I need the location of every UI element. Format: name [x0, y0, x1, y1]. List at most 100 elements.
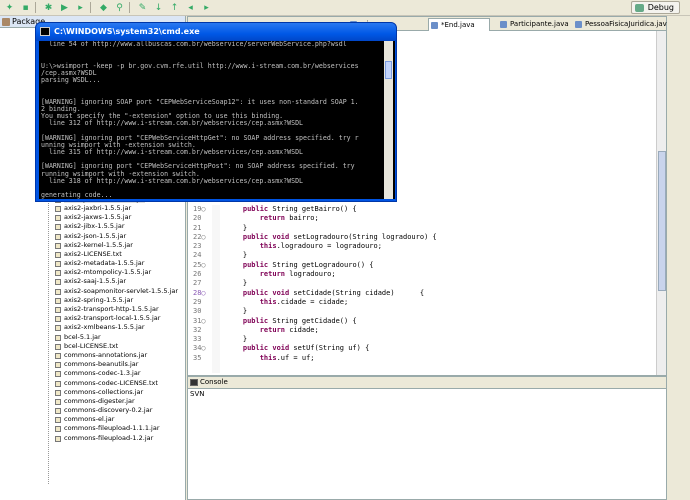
line-number: 24	[193, 251, 202, 260]
open-type-icon[interactable]: ◆	[97, 2, 110, 14]
code-line[interactable]: 29 this.cidade = cidade;	[188, 298, 658, 307]
list-item[interactable]: axis2-jaxws-1.5.5.jar	[0, 213, 186, 222]
list-item-label: commons-fileupload-1.1.1.jar	[64, 424, 160, 433]
line-number: 30	[193, 307, 202, 316]
prev-annotation-icon[interactable]: ↑	[168, 2, 181, 14]
list-item[interactable]: axis2-json-1.5.5.jar	[0, 232, 186, 241]
save-icon[interactable]: ▪	[19, 2, 32, 14]
new-icon[interactable]: ✦	[3, 2, 16, 14]
list-item[interactable]: axis2-LICENSE.txt	[0, 250, 186, 259]
list-item-label: commons-discovery-0.2.jar	[64, 406, 153, 415]
code-line[interactable]: 34○ public void setUf(String uf) {	[188, 344, 658, 353]
list-item-label: commons-fileupload-1.2.jar	[64, 433, 154, 442]
line-number: 28○	[193, 288, 206, 297]
list-item[interactable]: commons-fileupload-1.1.1.jar	[0, 424, 186, 433]
jar-file-icon	[55, 362, 61, 369]
list-item-label: axis2-metadata-1.5.5.jar	[64, 259, 145, 268]
list-item-label: commons-beanutils.jar	[64, 360, 139, 369]
code-line[interactable]: 33 }	[188, 335, 658, 344]
list-item[interactable]: commons-beanutils.jar	[0, 360, 186, 369]
code-line[interactable]: 32 return cidade;	[188, 326, 658, 335]
code-line[interactable]: 22○ public void setLogradouro(String log…	[188, 233, 658, 242]
list-item[interactable]: commons-annotations.jar	[0, 351, 186, 360]
next-annotation-icon[interactable]: ↓	[152, 2, 165, 14]
code-line[interactable]: 31○ public String getCidade() {	[188, 317, 658, 326]
list-item[interactable]: axis2-metadata-1.5.5.jar	[0, 259, 186, 268]
list-item[interactable]: bcel-5.1.jar	[0, 333, 186, 342]
list-item[interactable]: axis2-xmlbeans-1.5.5.jar	[0, 323, 186, 332]
list-item[interactable]: commons-fileupload-1.2.jar	[0, 434, 186, 443]
jar-file-icon	[55, 408, 61, 415]
list-item[interactable]: commons-codec-LICENSE.txt	[0, 379, 186, 388]
list-item[interactable]: commons-discovery-0.2.jar	[0, 406, 186, 415]
tab-console[interactable]: Console	[188, 377, 666, 389]
line-number: 35	[193, 353, 202, 362]
editor-tab[interactable]: PessoaFisicaJuridica.jav	[573, 18, 667, 31]
code-line[interactable]: 26 return logradouro;	[188, 270, 658, 279]
jar-file-icon	[55, 380, 61, 387]
list-item-label: axis2-xmlbeans-1.5.5.jar	[64, 323, 145, 332]
list-item-label: axis2-kernel-1.5.5.jar	[64, 240, 133, 249]
list-item[interactable]: commons-el.jar	[0, 415, 186, 424]
list-item[interactable]: axis2-jibx-1.5.5.jar	[0, 222, 186, 231]
back-icon[interactable]: ◂	[184, 2, 197, 14]
code-line[interactable]: 23 this.logradouro = logradouro;	[188, 242, 658, 251]
cmd-window[interactable]: C:\WINDOWS\system32\cmd.exe line 54 of h…	[35, 22, 397, 202]
code-text: this.logradouro = logradouro;	[259, 242, 382, 251]
code-line[interactable]: 21 }	[188, 224, 658, 233]
line-number: 19○	[193, 205, 206, 213]
java-file-icon	[500, 21, 507, 28]
list-item-label: axis2-saaj-1.5.5.jar	[64, 277, 127, 286]
forward-icon[interactable]: ▸	[200, 2, 213, 14]
list-item[interactable]: axis2-kernel-1.5.5.jar	[0, 241, 186, 250]
list-item-label: bcel-LICENSE.txt	[64, 341, 119, 350]
list-item[interactable]: commons-codec-1.3.jar	[0, 369, 186, 378]
code-line[interactable]: 30 }	[188, 307, 658, 316]
code-line[interactable]: 20 return bairro;	[188, 214, 658, 223]
code-line[interactable]: 25○ public String getLogradouro() {	[188, 261, 658, 270]
code-line[interactable]: 19○ public String getBairro() {	[188, 205, 658, 214]
code-line[interactable]: 28○ public void setCidade(String cidade)…	[188, 289, 658, 298]
code-line[interactable]: 24 }	[188, 251, 658, 260]
cmd-output[interactable]: line 54 of http://www.allbuscas.com.br/w…	[39, 41, 395, 199]
debug-perspective-button[interactable]: Debug	[630, 1, 680, 14]
jar-file-icon	[55, 389, 61, 396]
list-item-label: bcel-5.1.jar	[64, 332, 101, 341]
list-item[interactable]: axis2-jaxbri-1.5.5.jar	[0, 204, 186, 213]
debug-run-icon[interactable]: ✱	[42, 2, 55, 14]
code-text: }	[242, 251, 248, 260]
list-item[interactable]: axis2-spring-1.5.5.jar	[0, 296, 186, 305]
editor-tab[interactable]: Participante.java	[498, 18, 569, 31]
line-number: 27	[193, 279, 202, 288]
cmd-scroll-thumb[interactable]	[385, 61, 392, 79]
code-area[interactable]: 19○ public String getBairro() {20 return…	[188, 205, 658, 363]
editor-scroll-thumb[interactable]	[658, 151, 666, 291]
jar-file-icon	[55, 417, 61, 424]
run-icon[interactable]: ▶	[58, 2, 71, 14]
jar-file-icon	[55, 334, 61, 341]
toggle-mark-icon[interactable]: ✎	[136, 2, 149, 14]
list-item[interactable]: axis2-transport-http-1.5.5.jar	[0, 305, 186, 314]
list-item-label: commons-collections.jar	[64, 387, 144, 396]
cmd-title-bar[interactable]: C:\WINDOWS\system32\cmd.exe	[36, 23, 396, 41]
code-line[interactable]: 27 }	[188, 279, 658, 288]
list-item[interactable]: commons-digester.jar	[0, 397, 186, 406]
editor-tab[interactable]: *End.java	[428, 18, 490, 31]
list-item[interactable]: axis2-transport-local-1.5.5.jar	[0, 314, 186, 323]
editor-scrollbar[interactable]	[656, 31, 666, 375]
code-text: public void setLogradouro(String logrado…	[242, 232, 437, 241]
list-item[interactable]: bcel-LICENSE.txt	[0, 342, 186, 351]
cmd-scrollbar[interactable]	[384, 41, 393, 199]
code-text: }	[242, 223, 248, 232]
list-item[interactable]: commons-collections.jar	[0, 388, 186, 397]
list-item[interactable]: axis2-mtompolicy-1.5.5.jar	[0, 268, 186, 277]
console-content: SVN	[190, 390, 205, 398]
search-icon[interactable]: ⚲	[113, 2, 126, 14]
console-icon	[190, 379, 198, 386]
code-text: public String getLogradouro() {	[242, 260, 374, 269]
jar-file-icon	[55, 261, 61, 268]
external-tools-icon[interactable]: ▸	[74, 2, 87, 14]
list-item[interactable]: axis2-saaj-1.5.5.jar	[0, 277, 186, 286]
code-line[interactable]: 35 this.uf = uf;	[188, 354, 658, 363]
list-item[interactable]: axis2-soapmonitor-servlet-1.5.5.jar	[0, 287, 186, 296]
